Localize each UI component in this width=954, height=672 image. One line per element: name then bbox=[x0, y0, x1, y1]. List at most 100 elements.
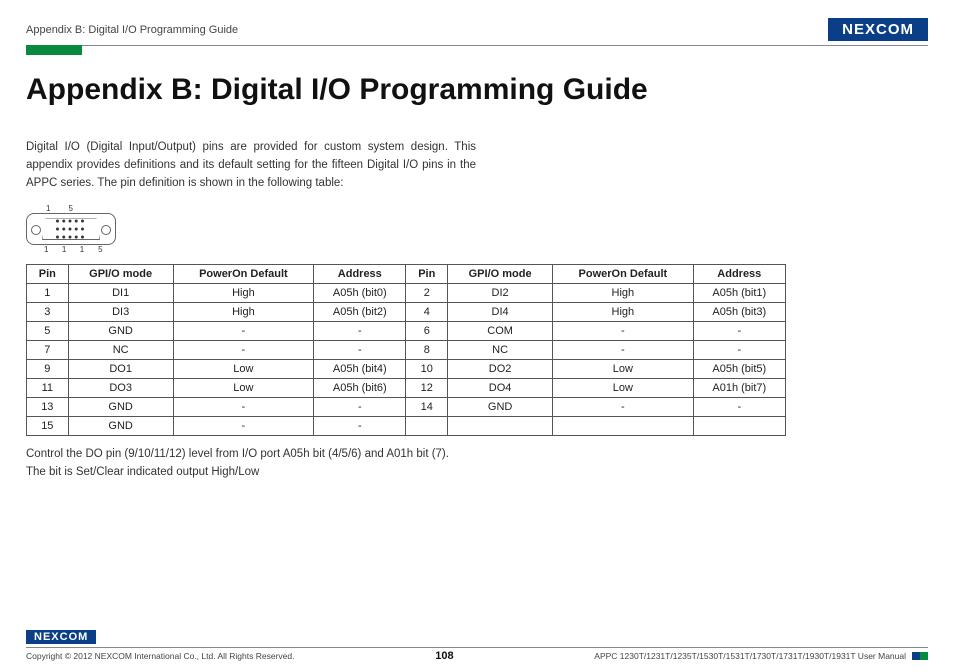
table-cell: NC bbox=[68, 341, 173, 360]
pin-row-top: ●●●●● bbox=[55, 218, 86, 225]
note-line-1: Control the DO pin (9/10/11/12) level fr… bbox=[26, 446, 928, 463]
pin-row-mid: ●●●●● bbox=[55, 226, 86, 233]
page-title: Appendix B: Digital I/O Programming Guid… bbox=[26, 73, 928, 107]
footer-squares-icon bbox=[912, 652, 928, 660]
table-cell: DO1 bbox=[68, 360, 173, 379]
logo-text-right: COM bbox=[876, 21, 914, 38]
table-cell: A05h (bit3) bbox=[693, 303, 785, 322]
table-cell: High bbox=[553, 284, 693, 303]
table-cell: DO3 bbox=[68, 379, 173, 398]
table-cell: 1 bbox=[27, 284, 69, 303]
table-cell: DI3 bbox=[68, 303, 173, 322]
th-default-b: PowerOn Default bbox=[553, 265, 693, 284]
pin-label-11: 11 bbox=[44, 245, 80, 254]
table-cell: Low bbox=[173, 360, 313, 379]
table-header-row: Pin GPI/O mode PowerOn Default Address P… bbox=[27, 265, 786, 284]
table-cell: GND bbox=[448, 398, 553, 417]
table-row: 9DO1LowA05h (bit4)10DO2LowA05h (bit5) bbox=[27, 360, 786, 379]
th-mode-a: GPI/O mode bbox=[68, 265, 173, 284]
table-cell: High bbox=[553, 303, 693, 322]
table-row: 5GND--6COM-- bbox=[27, 322, 786, 341]
table-cell: GND bbox=[68, 398, 173, 417]
table-cell: - bbox=[314, 322, 406, 341]
table-row: 7NC--8NC-- bbox=[27, 341, 786, 360]
table-cell bbox=[693, 417, 785, 436]
footer-right: APPC 1230T/1231T/1235T/1530T/1531T/1730T… bbox=[594, 651, 928, 661]
table-cell bbox=[448, 417, 553, 436]
table-cell: 12 bbox=[406, 379, 448, 398]
pin-label-5: 5 bbox=[68, 204, 90, 213]
divider-top bbox=[26, 45, 928, 46]
pin-label-1: 1 bbox=[46, 204, 68, 213]
footer-logo: NEXCOM bbox=[26, 630, 96, 644]
table-cell: Low bbox=[553, 360, 693, 379]
table-cell: - bbox=[693, 341, 785, 360]
connector-diagram: 15 ●●●●● ●●●●● ●●●●● 1115 bbox=[26, 204, 928, 254]
connector-bottom-labels: 1115 bbox=[26, 245, 928, 254]
table-row: 11DO3LowA05h (bit6)12DO4LowA01h (bit7) bbox=[27, 379, 786, 398]
table-cell: - bbox=[314, 341, 406, 360]
table-cell: A05h (bit2) bbox=[314, 303, 406, 322]
table-row: 13GND--14GND-- bbox=[27, 398, 786, 417]
copyright: Copyright © 2012 NEXCOM International Co… bbox=[26, 651, 294, 661]
table-cell: Low bbox=[553, 379, 693, 398]
table-cell: A01h (bit7) bbox=[693, 379, 785, 398]
table-cell: - bbox=[314, 398, 406, 417]
logo-text-left: NE bbox=[842, 21, 865, 38]
table-cell: GND bbox=[68, 417, 173, 436]
table-cell: High bbox=[173, 303, 313, 322]
table-cell: - bbox=[553, 341, 693, 360]
table-cell: DI1 bbox=[68, 284, 173, 303]
table-cell: COM bbox=[448, 322, 553, 341]
table-cell: 14 bbox=[406, 398, 448, 417]
table-cell bbox=[406, 417, 448, 436]
th-pin-a: Pin bbox=[27, 265, 69, 284]
table-cell: - bbox=[314, 417, 406, 436]
table-cell: 10 bbox=[406, 360, 448, 379]
intro-paragraph: Digital I/O (Digital Input/Output) pins … bbox=[26, 139, 476, 192]
table-cell: 5 bbox=[27, 322, 69, 341]
th-address-b: Address bbox=[693, 265, 785, 284]
th-mode-b: GPI/O mode bbox=[448, 265, 553, 284]
table-cell: - bbox=[173, 322, 313, 341]
header-row: Appendix B: Digital I/O Programming Guid… bbox=[26, 18, 928, 41]
table-cell: Low bbox=[173, 379, 313, 398]
manual-ref: APPC 1230T/1231T/1235T/1530T/1531T/1730T… bbox=[594, 651, 906, 661]
footer-line: Copyright © 2012 NEXCOM International Co… bbox=[26, 647, 928, 662]
note-line-2: The bit is Set/Clear indicated output Hi… bbox=[26, 464, 928, 481]
table-cell: - bbox=[693, 398, 785, 417]
note-block: Control the DO pin (9/10/11/12) level fr… bbox=[26, 446, 928, 481]
table-cell: 8 bbox=[406, 341, 448, 360]
square-blue-icon bbox=[912, 652, 920, 660]
table-row: 1DI1HighA05h (bit0)2DI2HighA05h (bit1) bbox=[27, 284, 786, 303]
table-cell: GND bbox=[68, 322, 173, 341]
table-cell: - bbox=[553, 398, 693, 417]
logo-x: X bbox=[865, 21, 876, 38]
table-cell: A05h (bit1) bbox=[693, 284, 785, 303]
table-cell: 13 bbox=[27, 398, 69, 417]
pin-table: Pin GPI/O mode PowerOn Default Address P… bbox=[26, 264, 786, 436]
table-cell: A05h (bit4) bbox=[314, 360, 406, 379]
th-pin-b: Pin bbox=[406, 265, 448, 284]
footer: NEXCOM Copyright © 2012 NEXCOM Internati… bbox=[26, 627, 928, 662]
table-cell: 7 bbox=[27, 341, 69, 360]
table-cell: High bbox=[173, 284, 313, 303]
table-cell: - bbox=[693, 322, 785, 341]
table-cell: NC bbox=[448, 341, 553, 360]
table-cell: - bbox=[553, 322, 693, 341]
table-cell: A05h (bit0) bbox=[314, 284, 406, 303]
table-cell: 3 bbox=[27, 303, 69, 322]
table-cell: DO4 bbox=[448, 379, 553, 398]
page-number: 108 bbox=[435, 650, 453, 662]
table-row: 3DI3HighA05h (bit2)4DI4HighA05h (bit3) bbox=[27, 303, 786, 322]
logo: NEXCOM bbox=[828, 18, 928, 41]
table-cell: 15 bbox=[27, 417, 69, 436]
connector-inner: ●●●●● ●●●●● ●●●●● bbox=[42, 218, 100, 240]
th-default-a: PowerOn Default bbox=[173, 265, 313, 284]
connector-top-labels: 15 bbox=[26, 204, 928, 213]
table-cell: DO2 bbox=[448, 360, 553, 379]
db15-connector-icon: ●●●●● ●●●●● ●●●●● bbox=[26, 213, 116, 245]
accent-bar bbox=[26, 45, 82, 55]
table-cell: 9 bbox=[27, 360, 69, 379]
table-cell bbox=[553, 417, 693, 436]
